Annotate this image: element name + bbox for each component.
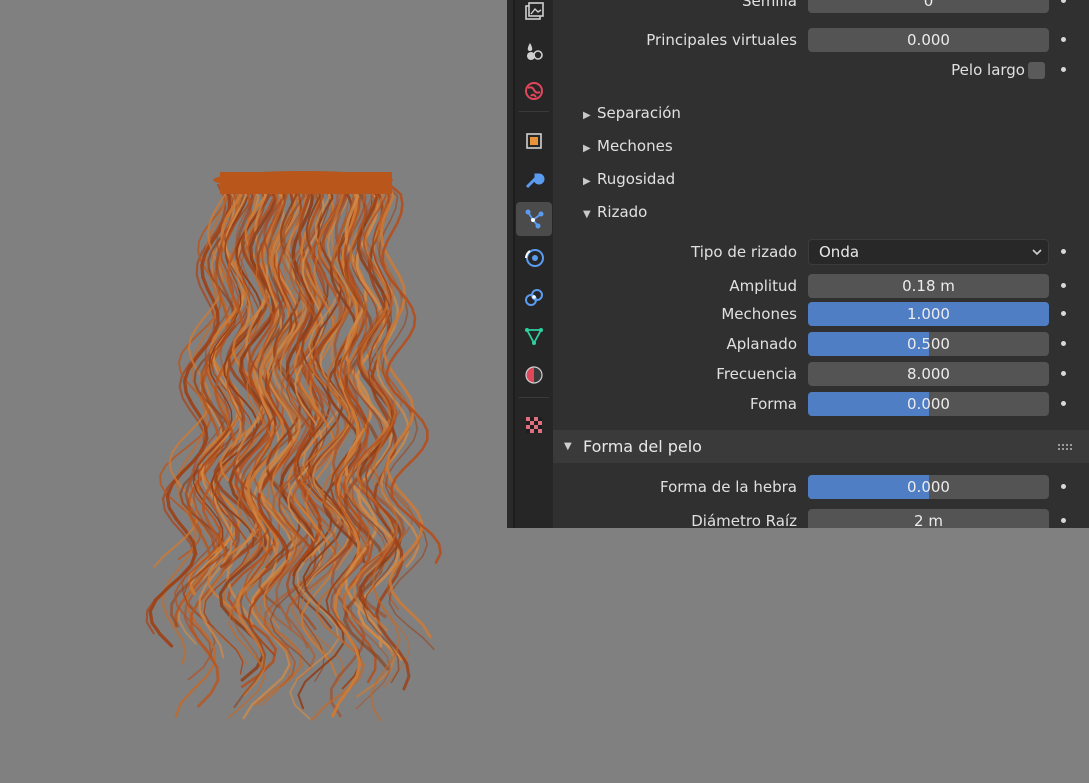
- tab-texture[interactable]: [516, 408, 552, 442]
- keyframe-dot[interactable]: [1061, 0, 1066, 3]
- principales-virtuales-row: Principales virtuales 0.000: [553, 27, 1089, 53]
- properties-editor: Semilla 0 Principales virtuales 0.000 Pe…: [507, 0, 1089, 528]
- keyframe-dot[interactable]: [1061, 341, 1066, 346]
- texture-icon: [526, 417, 542, 433]
- keyframe-dot[interactable]: [1061, 283, 1066, 288]
- tab-object-data-mesh[interactable]: [516, 319, 552, 353]
- forma-del-pelo-title: Forma del pelo: [583, 437, 702, 456]
- physics-icon: [525, 249, 544, 267]
- tab-separator: [519, 111, 549, 112]
- subpanel-mechones[interactable]: ▶ Mechones: [583, 133, 673, 159]
- particles-properties-panel: Semilla 0 Principales virtuales 0.000 Pe…: [553, 0, 1089, 528]
- forma-label: Forma: [750, 395, 797, 413]
- forma-del-pelo-panel-header[interactable]: ▼ Forma del pelo: [553, 430, 1089, 463]
- frecuencia-slider[interactable]: 8.000: [808, 362, 1049, 386]
- frecuencia-row: Frecuencia 8.000: [553, 361, 1089, 387]
- forma-de-la-hebra-slider[interactable]: 0.000: [808, 475, 1049, 499]
- tab-material[interactable]: [516, 358, 552, 392]
- tipo-de-rizado-row: Tipo de rizado Onda: [553, 239, 1089, 265]
- subpanel-rugosidad[interactable]: ▶ Rugosidad: [583, 166, 675, 192]
- diametro-raiz-row: Diámetro Raíz 2 m: [553, 508, 1089, 528]
- tipo-de-rizado-dropdown[interactable]: Onda: [808, 239, 1049, 265]
- constraints-icon: [525, 289, 543, 306]
- mechones-label: Mechones: [721, 305, 797, 323]
- aplanado-row: Aplanado 0.500: [553, 331, 1089, 357]
- tab-physics[interactable]: [516, 241, 552, 275]
- pelo-largo-row: Pelo largo: [553, 57, 1089, 83]
- subpanel-separacion[interactable]: ▶ Separación: [583, 100, 681, 126]
- tab-render-output[interactable]: [516, 0, 552, 29]
- drag-grip-icon[interactable]: [1058, 444, 1072, 450]
- collapsed-triangle-icon: ▶: [583, 143, 591, 154]
- amplitud-slider[interactable]: 0.18 m: [808, 274, 1049, 298]
- pelo-largo-label: Pelo largo: [951, 61, 1025, 79]
- forma-de-la-hebra-label: Forma de la hebra: [659, 478, 797, 496]
- frecuencia-label: Frecuencia: [716, 365, 797, 383]
- object-icon: [526, 133, 542, 149]
- semilla-row: Semilla 0: [553, 0, 1089, 14]
- semilla-field[interactable]: 0: [808, 0, 1049, 13]
- modifier-wrench-icon: [525, 173, 545, 189]
- keyframe-dot[interactable]: [1061, 401, 1066, 406]
- keyframe-dot[interactable]: [1061, 518, 1066, 523]
- semilla-label: Semilla: [741, 0, 797, 10]
- principales-virtuales-label: Principales virtuales: [646, 31, 797, 49]
- mechones-slider[interactable]: 1.000: [808, 302, 1049, 326]
- aplanado-label: Aplanado: [726, 335, 797, 353]
- expanded-triangle-icon: ▼: [583, 209, 591, 220]
- keyframe-dot[interactable]: [1061, 311, 1066, 316]
- object-data-mesh-icon: [525, 328, 543, 345]
- chevron-down-icon: [1032, 249, 1042, 256]
- tab-object[interactable]: [516, 124, 552, 158]
- pelo-largo-checkbox[interactable]: [1028, 62, 1045, 79]
- collapsed-triangle-icon: ▶: [583, 176, 591, 187]
- tipo-de-rizado-label: Tipo de rizado: [691, 243, 797, 261]
- amplitud-row: Amplitud 0.18 m: [553, 273, 1089, 299]
- world-icon: [525, 82, 543, 100]
- render-output-icon: [525, 2, 544, 20]
- diametro-raiz-slider[interactable]: 2 m: [808, 509, 1049, 528]
- tab-modifier-wrench[interactable]: [516, 163, 552, 197]
- principales-virtuales-field[interactable]: 0.000: [808, 28, 1049, 52]
- amplitud-label: Amplitud: [729, 277, 797, 295]
- tab-separator: [519, 397, 549, 398]
- tab-world[interactable]: [516, 74, 552, 108]
- forma-row: Forma 0.000: [553, 391, 1089, 417]
- particles-icon: [525, 209, 544, 229]
- keyframe-dot[interactable]: [1061, 37, 1066, 42]
- forma-slider[interactable]: 0.000: [808, 392, 1049, 416]
- keyframe-dot[interactable]: [1061, 67, 1066, 72]
- forma-de-la-hebra-row: Forma de la hebra 0.000: [553, 474, 1089, 500]
- subpanel-rizado[interactable]: ▼ Rizado: [583, 199, 647, 225]
- tab-particles[interactable]: [516, 202, 552, 236]
- keyframe-dot[interactable]: [1061, 371, 1066, 376]
- expanded-triangle-icon: ▼: [564, 441, 572, 452]
- tab-view-layer[interactable]: [516, 34, 552, 68]
- mechones-row: Mechones 1.000: [553, 301, 1089, 327]
- collapsed-triangle-icon: ▶: [583, 110, 591, 121]
- material-icon: [525, 366, 543, 384]
- tab-constraints[interactable]: [516, 280, 552, 314]
- view-layer-icon: [527, 43, 543, 60]
- diametro-raiz-label: Diámetro Raíz: [691, 512, 797, 528]
- aplanado-slider[interactable]: 0.500: [808, 332, 1049, 356]
- keyframe-dot[interactable]: [1061, 484, 1066, 489]
- properties-tab-bar: [507, 0, 553, 528]
- keyframe-dot[interactable]: [1061, 249, 1066, 254]
